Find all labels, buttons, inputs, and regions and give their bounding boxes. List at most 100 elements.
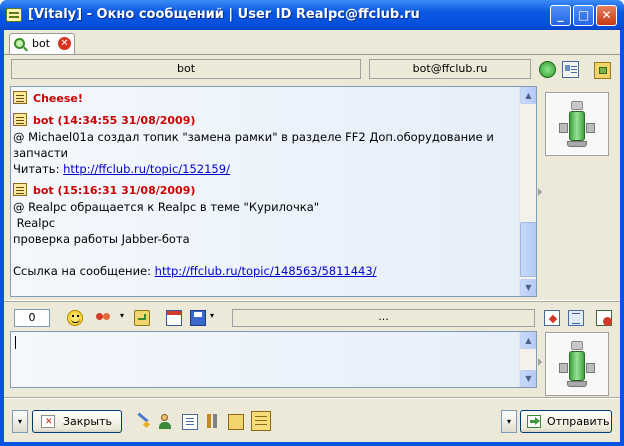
calendar-header [167, 311, 181, 315]
minimize-button[interactable]: _ [550, 5, 571, 26]
close-window-button[interactable]: ✕ [596, 5, 617, 26]
tools-icon[interactable] [205, 414, 221, 430]
maximize-button[interactable]: □ [573, 5, 594, 26]
close-x-icon: ✕ [41, 415, 55, 428]
window-client: bot ✕ bot bot@ffclub.ru Cheese! bot (14:… [4, 30, 620, 442]
scroll-up-button[interactable]: ▲ [520, 87, 536, 104]
note-icon [13, 183, 27, 196]
smiley-eyes [72, 315, 74, 317]
smiley-mouth [71, 319, 80, 323]
contact-card-photo [565, 65, 570, 71]
close-x-glyph: ✕ [45, 417, 53, 427]
contact-card-lines [571, 66, 577, 67]
close-button[interactable]: ✕ Закрыть [32, 410, 122, 433]
contact-avatar [545, 92, 609, 156]
message-window: [Vitaly] - Окно сообщений | User ID Real… [0, 0, 624, 446]
lamp-cap [571, 341, 583, 350]
message-link-row: Ссылка на сообщение: http://ffclub.ru/to… [13, 263, 521, 279]
wand-star [142, 420, 151, 429]
history-icon[interactable] [134, 310, 150, 326]
send-button[interactable]: Отправить [520, 410, 612, 433]
quote-dropdown-icon[interactable]: ▾ [120, 311, 124, 320]
close-badge [603, 317, 612, 326]
lamp-wing-left [559, 123, 568, 133]
scroll-thumb[interactable] [520, 222, 536, 277]
char-counter: 0 [14, 309, 50, 327]
chat-scrollbar[interactable]: ▲ ▼ [519, 87, 536, 296]
user-body [159, 422, 171, 429]
send-file-icon[interactable] [544, 310, 560, 326]
message-first: Cheese! [13, 90, 521, 107]
resize-bars [572, 313, 580, 314]
message-header: bot (14:34:55 31/08/2009) [33, 114, 196, 127]
search-contact-icon [14, 38, 25, 49]
message-input[interactable]: ▲ ▼ [10, 331, 537, 388]
bottom-divider [4, 397, 620, 399]
contact-card-icon[interactable] [562, 61, 579, 78]
message-link-row: Читать: http://ffclub.ru/topic/152159/ [13, 161, 521, 177]
close-button-label: Закрыть [63, 415, 112, 428]
close-options-dropdown[interactable]: ▾ [12, 410, 28, 433]
online-status-icon[interactable] [539, 61, 556, 78]
chat-history-content: Cheese! bot (14:34:55 31/08/2009) @ Mich… [11, 87, 521, 296]
send-options-dropdown[interactable]: ▾ [501, 410, 517, 433]
send-button-label: Отправить [547, 415, 610, 428]
input-scroll-down-button[interactable]: ▼ [520, 370, 536, 387]
bot-avatar-image [559, 101, 595, 149]
save-label-area [194, 312, 202, 317]
archive-lines [255, 416, 267, 417]
title-bar[interactable]: [Vitaly] - Окно сообщений | User ID Real… [0, 0, 624, 30]
topic-link[interactable]: http://ffclub.ru/topic/152159/ [63, 162, 230, 176]
chat-history[interactable]: Cheese! bot (14:34:55 31/08/2009) @ Mich… [10, 86, 537, 297]
tool-handle-2 [213, 414, 217, 428]
splitter[interactable] [4, 300, 620, 302]
smiley-icon[interactable] [67, 310, 83, 326]
tab-label: bot [32, 37, 51, 50]
send-file-arrow [548, 314, 558, 324]
scroll-down-button[interactable]: ▼ [520, 279, 536, 296]
collapse-arrow-icon[interactable] [538, 358, 542, 366]
save-icon[interactable] [190, 310, 206, 326]
open-folder-icon[interactable] [228, 414, 244, 430]
message-header: bot (15:16:31 31/08/2009) [33, 184, 196, 197]
tab-divider [4, 54, 620, 55]
message-link[interactable]: http://ffclub.ru/topic/148563/5811443/ [155, 264, 377, 278]
chat-state-field: ... [232, 309, 535, 327]
message-2: bot (15:16:31 31/08/2009) [13, 182, 521, 199]
message-text: Realpc [13, 216, 56, 230]
lamp-wing-right [586, 123, 595, 133]
quote-icon[interactable] [96, 310, 112, 326]
window-title: [Vitaly] - Окно сообщений | User ID Real… [28, 7, 420, 22]
window-border-bottom [0, 442, 624, 446]
lamp-base [567, 381, 587, 387]
note-icon [13, 113, 27, 126]
close-tab-icon[interactable]: ✕ [58, 37, 71, 50]
document-icon[interactable] [182, 414, 198, 430]
message-text: запчасти [13, 146, 69, 160]
message-input-area[interactable] [11, 332, 521, 387]
user-head [161, 414, 168, 421]
collapse-arrow-icon[interactable] [538, 188, 542, 196]
tab-bot[interactable]: bot ✕ [9, 33, 75, 54]
lamp-wing-right [586, 363, 595, 373]
message-window-icon [6, 8, 22, 22]
history-check-mark [138, 314, 146, 320]
input-scrollbar[interactable]: ▲ ▼ [519, 332, 536, 387]
archive-icon[interactable] [251, 411, 271, 431]
close-tab-window-icon[interactable] [596, 310, 612, 326]
wand-icon[interactable] [136, 412, 152, 430]
text-cursor [15, 336, 16, 349]
message-text: @ Realpc обращается к Realpc в теме "Кур… [13, 200, 320, 214]
save-dropdown-icon[interactable]: ▾ [210, 311, 214, 320]
link-label: Ссылка на сообщение: [13, 264, 155, 278]
note-icon [13, 91, 27, 104]
input-scroll-up-button[interactable]: ▲ [520, 332, 536, 349]
users-icon[interactable] [159, 414, 175, 430]
lamp-body [569, 111, 585, 141]
folder-icon[interactable] [594, 62, 611, 79]
message-header: Cheese! [33, 92, 83, 105]
calendar-icon[interactable] [166, 310, 182, 326]
own-avatar-image [559, 341, 595, 389]
resize-input-icon[interactable] [568, 310, 584, 326]
message-1: bot (14:34:55 31/08/2009) [13, 112, 521, 129]
